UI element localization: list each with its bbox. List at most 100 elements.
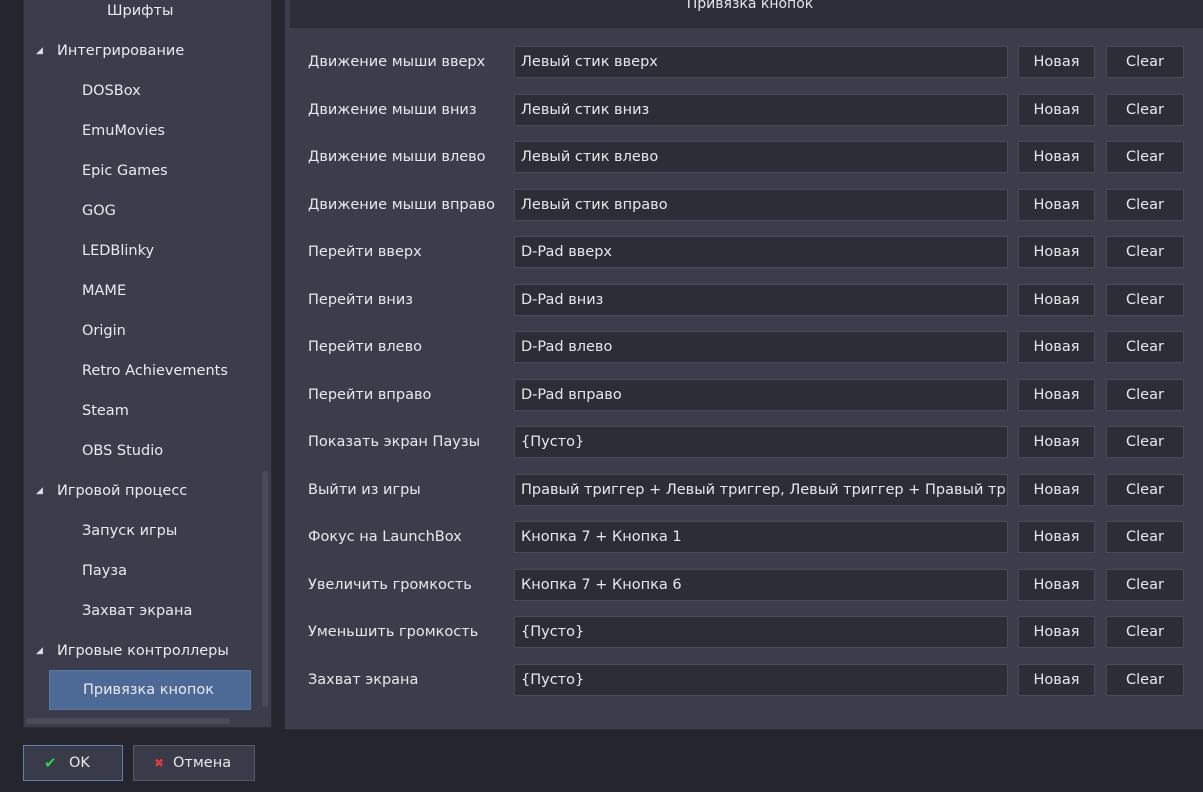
sidebar-item-label: OBS Studio — [82, 443, 164, 459]
binding-value-field[interactable]: {Пусто} — [514, 426, 1008, 458]
sidebar-item-emumovies[interactable]: EmuMovies — [82, 111, 165, 151]
binding-label: Движение мыши вправо — [308, 197, 495, 213]
new-binding-button[interactable]: Новая — [1018, 236, 1095, 268]
binding-row: Перейти вверх D-Pad вверх Новая Clear — [285, 236, 1203, 268]
sidebar-group-label: Игровой процесс — [57, 483, 188, 499]
sidebar-item-gog[interactable]: GOG — [82, 191, 116, 231]
binding-row: Перейти влево D-Pad влево Новая Clear — [285, 331, 1203, 363]
binding-label: Движение мыши вниз — [308, 102, 477, 118]
clear-binding-button[interactable]: Clear — [1106, 664, 1184, 696]
new-binding-button[interactable]: Новая — [1018, 426, 1095, 458]
new-binding-button[interactable]: Новая — [1018, 569, 1095, 601]
sidebar-item-pause[interactable]: Пауза — [82, 551, 127, 591]
new-binding-button[interactable]: Новая — [1018, 331, 1095, 363]
clear-binding-button[interactable]: Clear — [1106, 474, 1184, 506]
clear-binding-button[interactable]: Clear — [1106, 331, 1184, 363]
binding-value-field[interactable]: Кнопка 7 + Кнопка 1 — [514, 521, 1008, 553]
cancel-button-label: Отмена — [173, 755, 232, 771]
sidebar-item-button-bindings[interactable]: Привязка кнопок — [49, 670, 251, 710]
clear-binding-button[interactable]: Clear — [1106, 236, 1184, 268]
clear-binding-button[interactable]: Clear — [1106, 379, 1184, 411]
sidebar-item-label: Retro Achievements — [82, 363, 228, 379]
sidebar-group-gameplay[interactable]: ◢ Игровой процесс — [24, 471, 187, 511]
clear-binding-button[interactable]: Clear — [1106, 616, 1184, 648]
cancel-button[interactable]: ✖ Отмена — [133, 745, 255, 781]
new-binding-button[interactable]: Новая — [1018, 141, 1095, 173]
binding-value-field[interactable]: Левый стик вверх — [514, 46, 1008, 78]
binding-row: Движение мыши влево Левый стик влево Новая… — [285, 141, 1203, 173]
binding-row: Перейти вправо D-Pad вправо Новая Clear — [285, 379, 1203, 411]
binding-row: Перейти вниз D-Pad вниз Новая Clear — [285, 284, 1203, 316]
clear-binding-button[interactable]: Clear — [1106, 141, 1184, 173]
binding-value-field[interactable]: D-Pad вверх — [514, 236, 1008, 268]
new-binding-button[interactable]: Новая — [1018, 474, 1095, 506]
clear-binding-button[interactable]: Clear — [1106, 189, 1184, 221]
binding-value-field[interactable]: D-Pad влево — [514, 331, 1008, 363]
clear-binding-button[interactable]: Clear — [1106, 284, 1184, 316]
new-binding-button[interactable]: Новая — [1018, 94, 1095, 126]
sidebar-item-ledblinky[interactable]: LEDBlinky — [82, 231, 154, 271]
sidebar-item-obs-studio[interactable]: OBS Studio — [82, 431, 163, 471]
sidebar-item-label: EmuMovies — [82, 123, 165, 139]
sidebar-item-label: Origin — [82, 323, 126, 339]
binding-label: Перейти влево — [308, 339, 423, 355]
binding-row: Фокус на LaunchBox Кнопка 7 + Кнопка 1 Нов… — [285, 521, 1203, 553]
binding-value-field[interactable]: Левый стик вправо — [514, 189, 1008, 221]
new-binding-button[interactable]: Новая — [1018, 189, 1095, 221]
binding-value-field[interactable]: Кнопка 7 + Кнопка 6 — [514, 569, 1008, 601]
sidebar-item-dosbox[interactable]: DOSBox — [82, 71, 141, 111]
sidebar-item-epic-games[interactable]: Epic Games — [82, 151, 168, 191]
clear-binding-button[interactable]: Clear — [1106, 426, 1184, 458]
sidebar-item-retro-achievements[interactable]: Retro Achievements — [82, 351, 228, 391]
binding-label: Фокус на LaunchBox — [308, 529, 462, 545]
sidebar-vertical-scrollbar[interactable] — [262, 471, 268, 707]
clear-binding-button[interactable]: Clear — [1106, 569, 1184, 601]
sidebar-group-integration[interactable]: ◢ Интегрирование — [24, 31, 184, 71]
caret-down-icon[interactable]: ◢ — [36, 631, 48, 671]
sidebar-group-controllers[interactable]: ◢ Игровые контроллеры — [24, 631, 229, 671]
panel-title: Привязка кнопок — [686, 0, 814, 12]
binding-row: Движение мыши вниз Левый стик вниз Новая Cl… — [285, 94, 1203, 126]
sidebar-item-label: Пауза — [82, 563, 127, 579]
binding-row: Увеличить громкость Кнопка 7 + Кнопка 6 Но… — [285, 569, 1203, 601]
sidebar-item-origin[interactable]: Origin — [82, 311, 126, 351]
binding-label: Показать экран Паузы — [308, 434, 481, 450]
binding-value-field[interactable]: {Пусто} — [514, 616, 1008, 648]
binding-row: Показать экран Паузы {Пусто} Новая Clear — [285, 426, 1203, 458]
caret-down-icon[interactable]: ◢ — [36, 471, 48, 511]
new-binding-button[interactable]: Новая — [1018, 379, 1095, 411]
binding-row: Выйти из игры Правый триггер + Левый триг… — [285, 474, 1203, 506]
binding-value-field[interactable]: Левый стик вниз — [514, 94, 1008, 126]
binding-label: Уменьшить громкость — [308, 624, 479, 640]
binding-value-field[interactable]: Левый стик влево — [514, 141, 1008, 173]
sidebar-item-fonts[interactable]: Шрифты — [107, 0, 173, 31]
clear-binding-button[interactable]: Clear — [1106, 46, 1184, 78]
sidebar-item-label: Захват экрана — [82, 603, 193, 619]
ok-button-label: OK — [69, 755, 90, 771]
binding-value-field[interactable]: {Пусто} — [514, 664, 1008, 696]
binding-value-field[interactable]: D-Pad вправо — [514, 379, 1008, 411]
sidebar-item-label: Привязка кнопок — [83, 682, 214, 698]
sidebar-item-screen-capture[interactable]: Захват экрана — [82, 591, 192, 631]
sidebar-group-label: Интегрирование — [57, 43, 185, 59]
binding-value-field[interactable]: Правый триггер + Левый триггер, Левый тр… — [514, 474, 1008, 506]
sidebar-item-label: Запуск игры — [82, 523, 178, 539]
new-binding-button[interactable]: Новая — [1018, 664, 1095, 696]
sidebar-item-mame[interactable]: MAME — [82, 271, 126, 311]
button-bindings-panel: Привязка кнопок Движение мыши вверх Левый… — [284, 0, 1203, 730]
new-binding-button[interactable]: Новая — [1018, 616, 1095, 648]
new-binding-button[interactable]: Новая — [1018, 284, 1095, 316]
sidebar-item-game-launch[interactable]: Запуск игры — [82, 511, 177, 551]
sidebar-item-steam[interactable]: Steam — [82, 391, 129, 431]
clear-binding-button[interactable]: Clear — [1106, 94, 1184, 126]
clear-binding-button[interactable]: Clear — [1106, 521, 1184, 553]
new-binding-button[interactable]: Новая — [1018, 46, 1095, 78]
new-binding-button[interactable]: Новая — [1018, 521, 1095, 553]
sidebar-item-label: Steam — [82, 403, 129, 419]
sidebar-horizontal-scrollbar[interactable] — [26, 718, 230, 724]
panel-title-bar: Привязка кнопок — [290, 0, 1203, 28]
binding-row: Уменьшить громкость {Пусто} Новая Clear — [285, 616, 1203, 648]
caret-down-icon[interactable]: ◢ — [36, 31, 48, 71]
binding-value-field[interactable]: D-Pad вниз — [514, 284, 1008, 316]
ok-button[interactable]: ✔ OK — [23, 745, 123, 781]
